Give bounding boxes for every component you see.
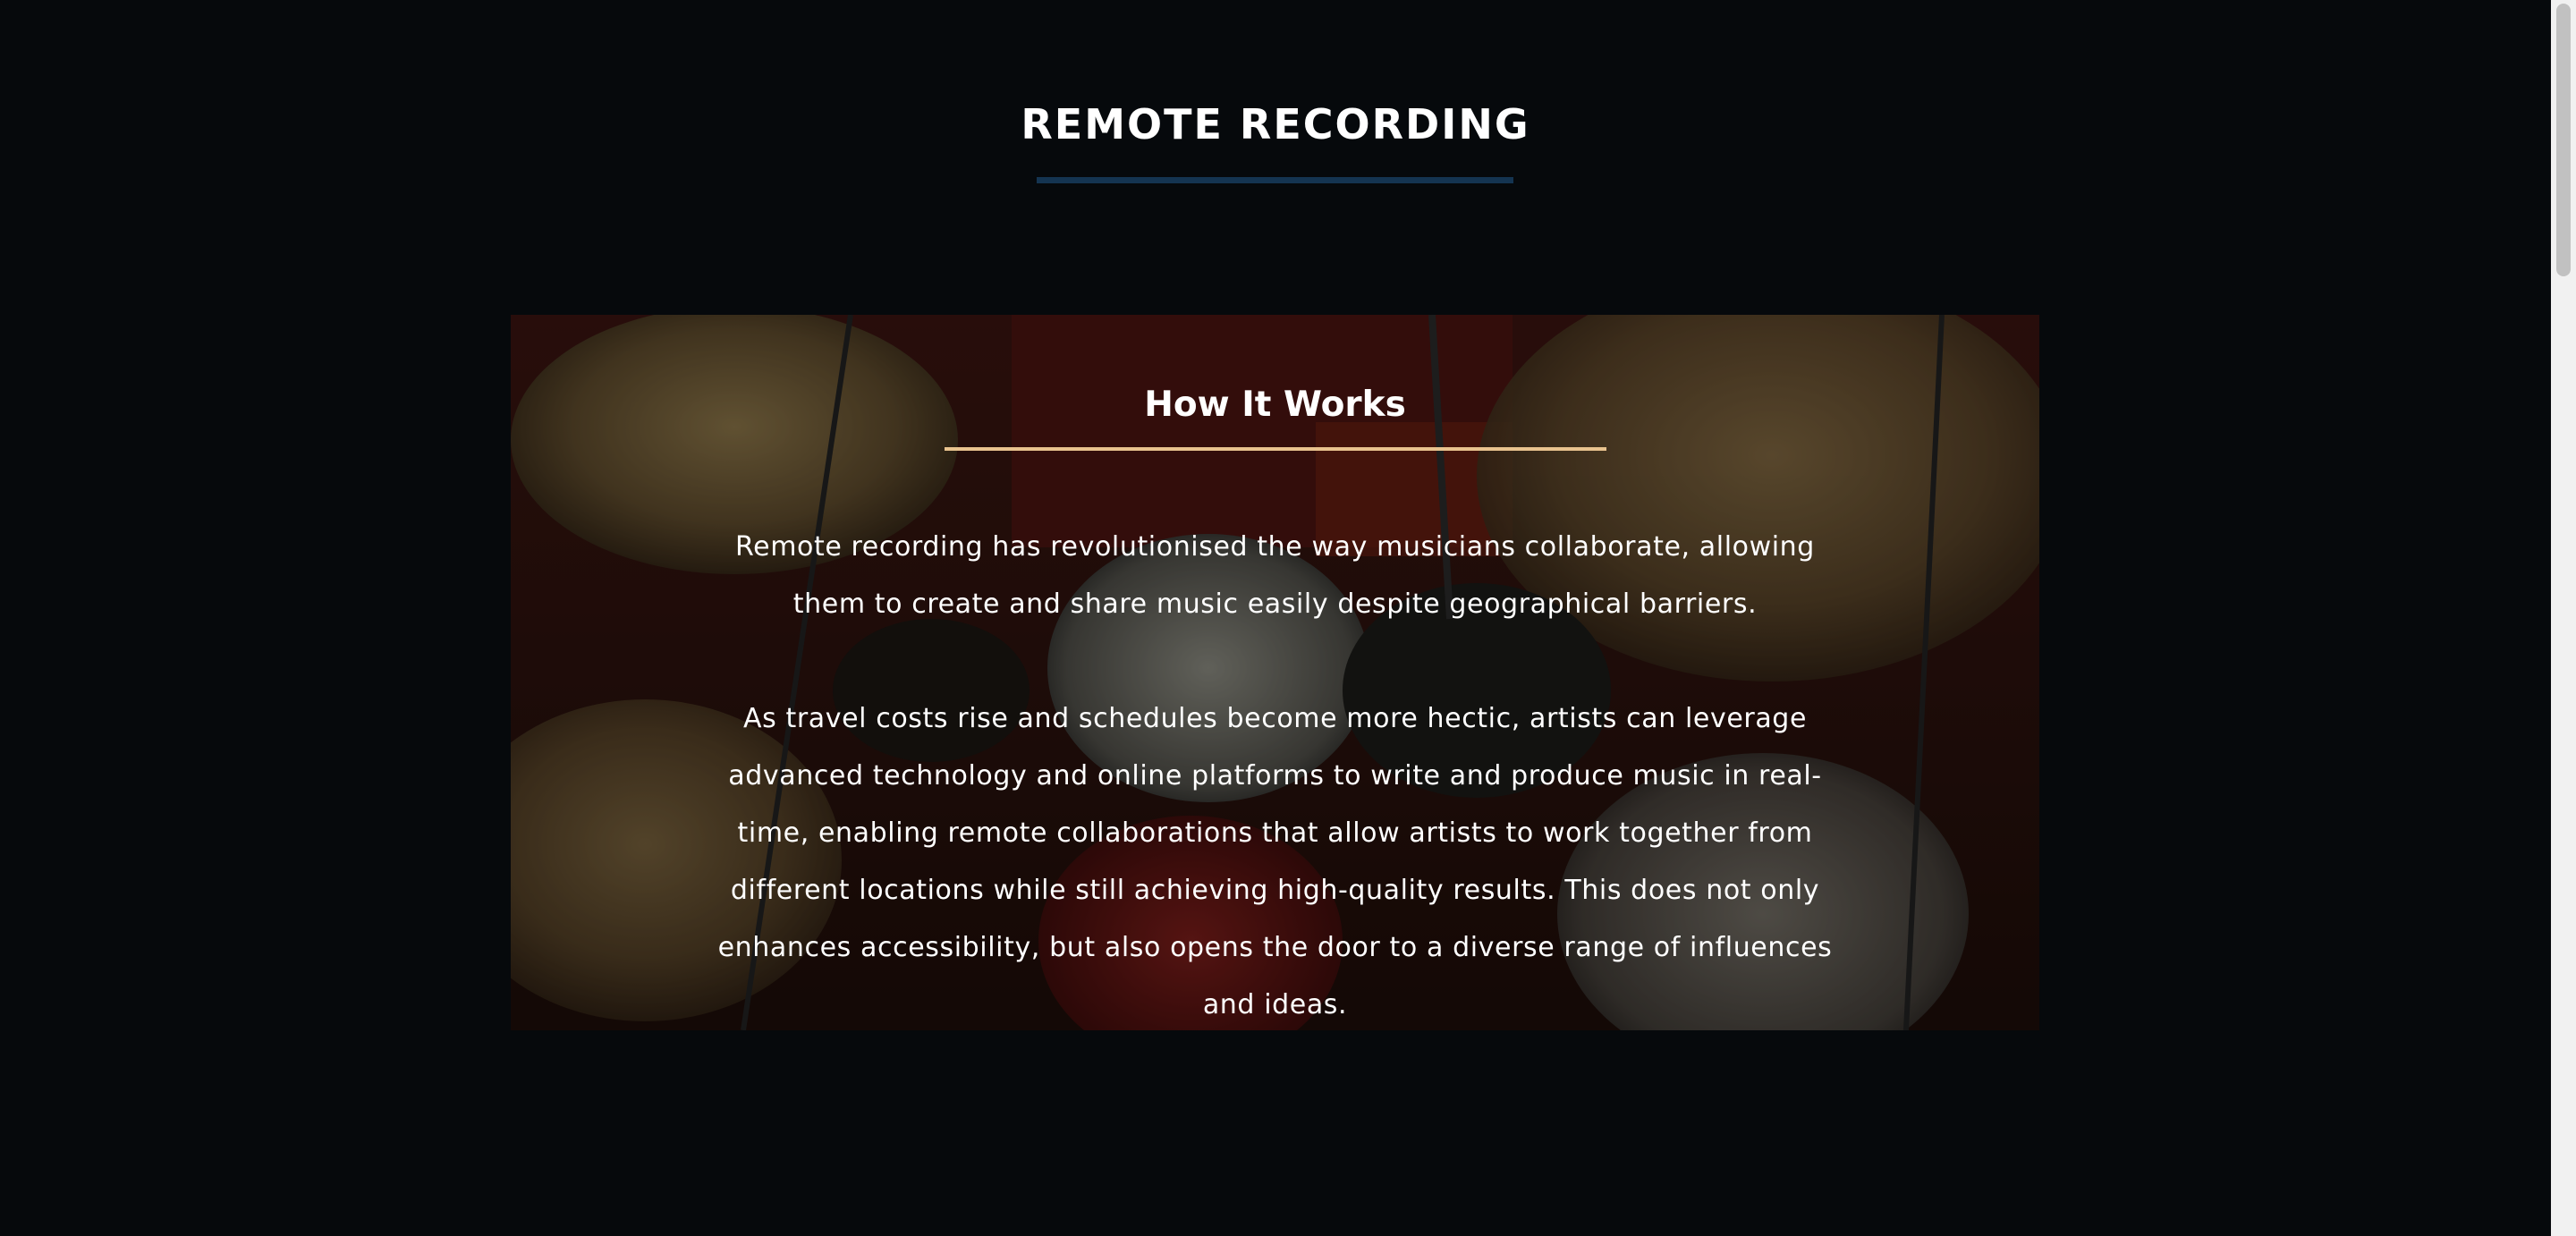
section-title-underline [1037,177,1513,183]
card-title: How It Works [1144,385,1406,425]
vertical-scrollbar[interactable] [2551,0,2576,1236]
card-paragraph-2: As travel costs rise and schedules becom… [717,703,1833,1020]
card-content: How It Works Remote recording has revolu… [511,315,2039,1030]
section-title: REMOTE RECORDING [1021,100,1530,148]
how-it-works-card: How It Works Remote recording has revolu… [511,315,2039,1030]
page: REMOTE RECORDING How It Works Remote rec… [0,0,2551,1236]
card-title-underline [945,447,1606,451]
scrollbar-thumb[interactable] [2556,4,2571,276]
card-paragraph-1: Remote recording has revolutionised the … [735,531,1815,620]
